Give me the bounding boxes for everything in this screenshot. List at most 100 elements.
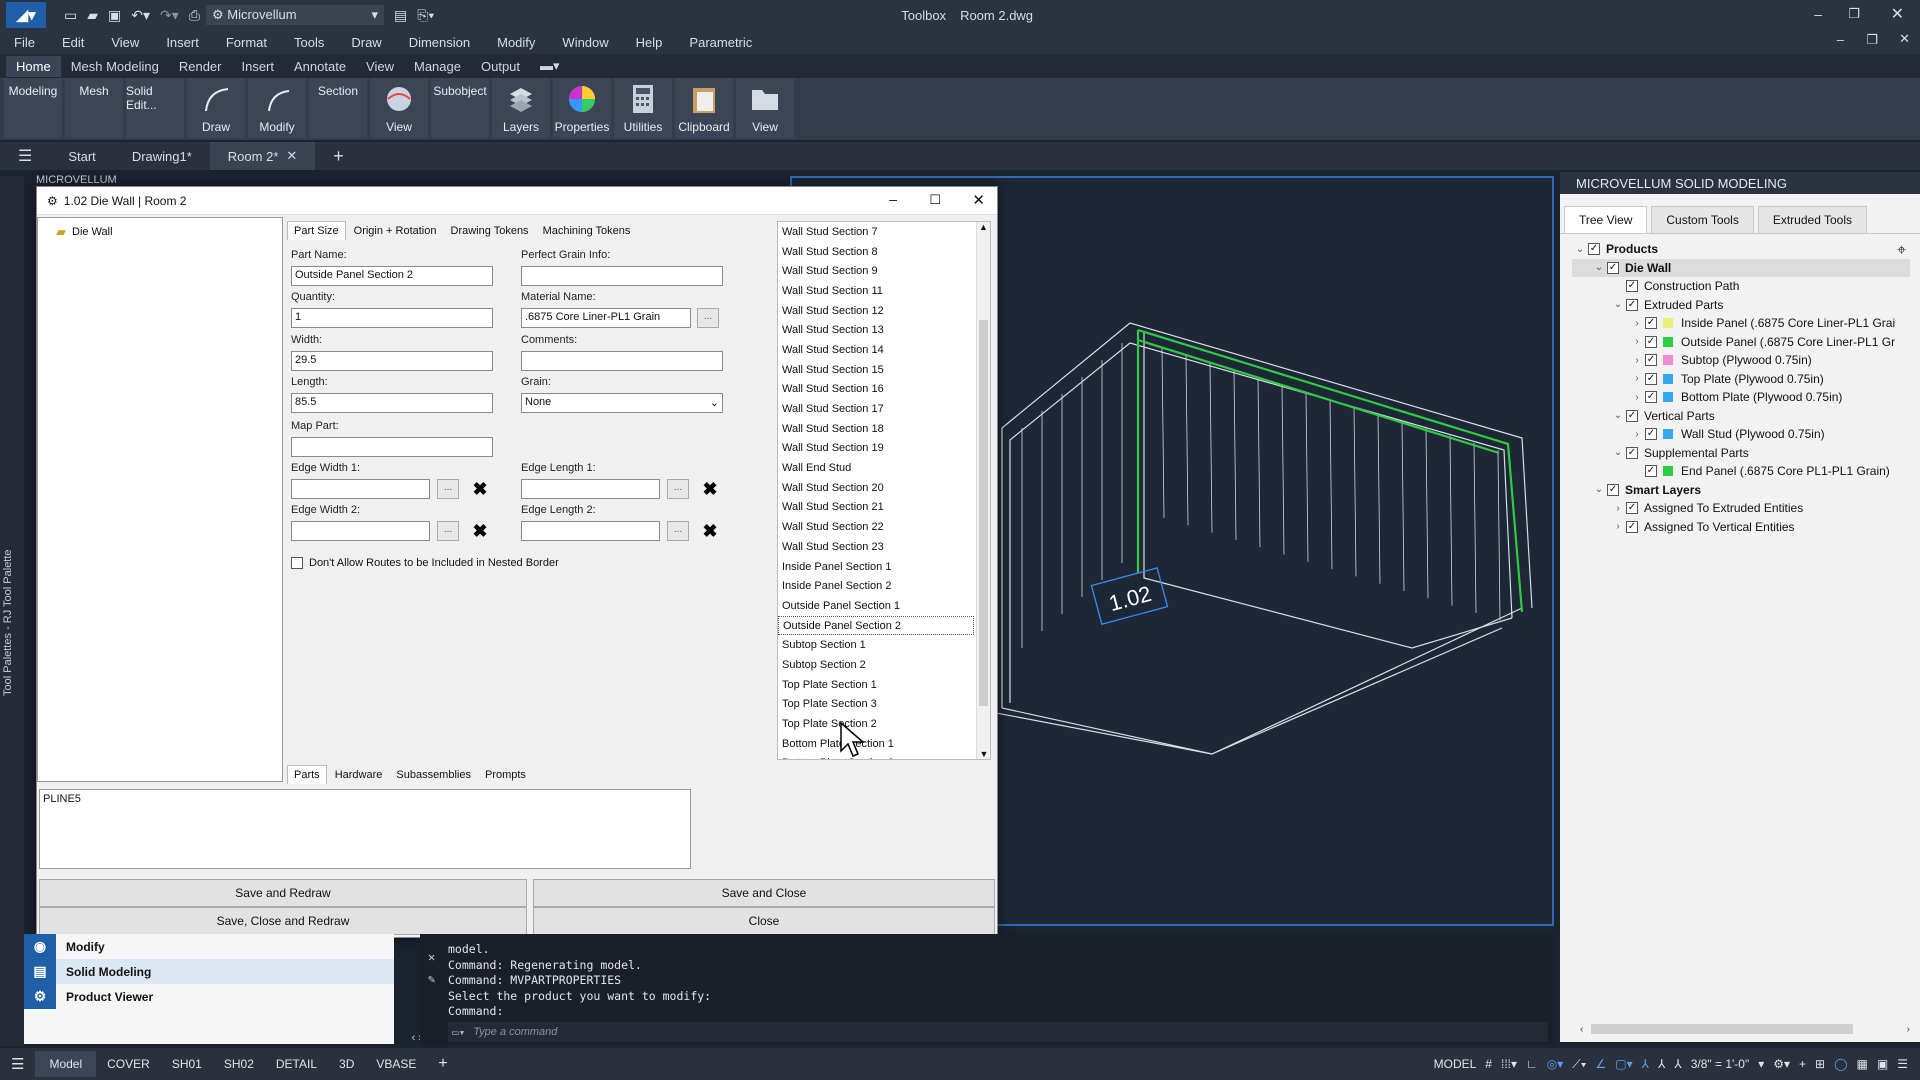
new-tab-icon[interactable]: + <box>315 146 362 167</box>
status-menu-icon[interactable]: ☰ <box>0 1055 35 1073</box>
tab-part-size[interactable]: Part Size <box>287 221 346 240</box>
expand-right-icon[interactable]: › <box>1629 355 1645 366</box>
hardware-accel-icon[interactable]: ▦ <box>1857 1057 1868 1071</box>
parts-list-item[interactable]: Wall Stud Section 22 <box>778 517 974 537</box>
parts-list-item[interactable]: Wall Stud Section 12 <box>778 301 974 321</box>
part-name-input[interactable]: Outside Panel Section 2 <box>291 266 493 286</box>
tree-node[interactable]: › ✓ Outside Panel (.6875 Core Liner-PL1 Gr <box>1572 333 1910 352</box>
parts-list-item[interactable]: Wall Stud Section 13 <box>778 320 974 340</box>
tab-close-icon[interactable]: ✕ <box>286 148 297 164</box>
tab-subassemblies[interactable]: Subassemblies <box>390 766 477 784</box>
parts-list-item[interactable]: Wall Stud Section 20 <box>778 478 974 498</box>
parts-list-item[interactable]: Bottom Plate Section 2 <box>778 754 974 759</box>
expand-down-icon[interactable]: ⌄ <box>1591 484 1607 495</box>
map-part-input[interactable] <box>291 437 493 457</box>
parts-list-item[interactable]: Wall Stud Section 16 <box>778 380 974 400</box>
ribbon-tab-manage[interactable]: Manage <box>404 56 471 77</box>
doc-tab-start[interactable]: Start <box>50 149 113 164</box>
doc-tab-drawing1[interactable]: Drawing1* <box>114 149 210 164</box>
close-icon[interactable]: ✕ <box>1891 4 1904 24</box>
expand-down-icon[interactable]: ⌄ <box>1610 299 1626 310</box>
tree-node-checkbox[interactable]: ✓ <box>1626 409 1638 422</box>
edge-width1-clear-icon[interactable]: ✖ <box>469 478 491 500</box>
layout-tab-sh02[interactable]: SH02 <box>213 1057 265 1071</box>
tree-node[interactable]: ✓ End Panel (.6875 Core PL1-PL1 Grain) <box>1572 462 1910 481</box>
edge-length2-browse-button[interactable]: ... <box>667 521 689 541</box>
tab-hardware[interactable]: Hardware <box>329 766 389 784</box>
palette-item-modify[interactable]: ◉ Modify <box>24 934 394 959</box>
menu-parametric[interactable]: Parametric <box>689 35 752 50</box>
scroll-thumb[interactable] <box>979 320 988 706</box>
ribbon-tab-insert[interactable]: Insert <box>231 56 284 77</box>
parts-list-item[interactable]: Bottom Plate Section 1 <box>778 734 974 754</box>
snap-icon[interactable]: ⁞⁞⁞▾ <box>1501 1057 1517 1071</box>
parts-list-item[interactable]: Wall Stud Section 8 <box>778 242 974 262</box>
tab-parts[interactable]: Parts <box>287 765 327 784</box>
tree-node-checkbox[interactable]: ✓ <box>1645 335 1657 348</box>
command-input-row[interactable]: ▭▾ Type a command <box>448 1022 1548 1042</box>
expand-right-icon[interactable]: › <box>1629 373 1645 384</box>
ribbon-tab-render[interactable]: Render <box>169 56 232 77</box>
command-settings-icon[interactable]: ✎ <box>428 972 435 986</box>
tree-node-checkbox[interactable]: ✓ <box>1626 280 1638 293</box>
expand-down-icon[interactable]: ⌄ <box>1591 262 1607 273</box>
polar-icon[interactable]: ◎▾ <box>1547 1057 1564 1071</box>
osnap-tracking-icon[interactable]: ∠ <box>1596 1057 1607 1071</box>
modify-button[interactable]: Modify <box>248 78 306 138</box>
parts-list-item[interactable]: Wall Stud Section 15 <box>778 360 974 380</box>
parts-list-item[interactable]: Outside Panel Section 1 <box>778 596 974 616</box>
layout-tab-detail[interactable]: DETAIL <box>265 1057 328 1071</box>
tab-origin-rotation[interactable]: Origin + Rotation <box>348 222 443 240</box>
tree-node[interactable]: ⌄ ✓ Supplemental Parts <box>1572 444 1910 463</box>
menu-edit[interactable]: Edit <box>62 35 84 50</box>
edge-length1-input[interactable] <box>521 479 660 499</box>
doc-tab-room2[interactable]: Room 2* ✕ <box>209 142 316 170</box>
menu-dimension[interactable]: Dimension <box>409 35 470 50</box>
tree-item-die-wall[interactable]: ▰ Die Wall <box>38 218 282 240</box>
parts-list-item[interactable]: Wall Stud Section 18 <box>778 419 974 439</box>
expand-right-icon[interactable]: › <box>1610 521 1626 532</box>
grain-info-input[interactable] <box>521 266 723 286</box>
nested-border-option[interactable]: Don't Allow Routes to be Included in Nes… <box>291 557 559 569</box>
tree-node-checkbox[interactable]: ✓ <box>1645 465 1657 478</box>
ribbon-tab-view[interactable]: View <box>356 56 404 77</box>
model-space-button[interactable]: MODEL <box>1434 1057 1477 1071</box>
tab-extruded-tools[interactable]: Extruded Tools <box>1757 206 1868 233</box>
ribbon-extra-icon[interactable]: ▬▾ <box>530 55 570 77</box>
hamburger-menu-icon[interactable]: ☰ <box>0 146 50 166</box>
save-and-close-button[interactable]: Save and Close <box>533 879 995 907</box>
edge-width1-browse-button[interactable]: ... <box>437 479 459 499</box>
tree-node-checkbox[interactable]: ✓ <box>1626 520 1638 533</box>
length-input[interactable]: 85.5 <box>291 393 493 413</box>
parts-list-item[interactable]: Wall Stud Section 11 <box>778 281 974 301</box>
isodraft-icon[interactable]: ⟋▾ <box>1572 1057 1586 1072</box>
menu-format[interactable]: Format <box>226 35 267 50</box>
parts-list-item[interactable]: Wall Stud Section 14 <box>778 340 974 360</box>
scroll-up-icon[interactable]: ▲ <box>977 222 990 232</box>
plus-icon[interactable]: + <box>1799 1057 1806 1071</box>
edge-width1-input[interactable] <box>291 479 430 499</box>
edge-width2-browse-button[interactable]: ... <box>437 521 459 541</box>
expand-right-icon[interactable]: › <box>1629 392 1645 403</box>
tab-custom-tools[interactable]: Custom Tools <box>1651 206 1754 233</box>
tree-node[interactable]: ⌄ ✓ Vertical Parts <box>1572 407 1910 426</box>
parts-list-item[interactable]: Top Plate Section 3 <box>778 695 974 715</box>
parts-list-item[interactable]: Wall Stud Section 23 <box>778 537 974 557</box>
parts-list-item[interactable]: Wall Stud Section 21 <box>778 498 974 518</box>
edge-width2-input[interactable] <box>291 521 430 541</box>
scroll-left-icon[interactable]: ‹ <box>1580 1024 1583 1035</box>
tree-node-checkbox[interactable]: ✓ <box>1645 354 1657 367</box>
save-and-redraw-button[interactable]: Save and Redraw <box>39 879 527 907</box>
tree-node-checkbox[interactable]: ✓ <box>1645 391 1657 404</box>
edge-length2-clear-icon[interactable]: ✖ <box>699 520 721 542</box>
parts-list[interactable]: Wall Stud Section 7 Wall Stud Section 8 Wa… <box>777 221 991 760</box>
doc-close-icon[interactable]: ✕ <box>1899 31 1910 47</box>
menu-insert[interactable]: Insert <box>166 35 199 50</box>
layout-tab-vbase[interactable]: VBASE <box>365 1057 427 1071</box>
tree-node-checkbox[interactable]: ✓ <box>1588 243 1600 256</box>
ortho-icon[interactable]: ∟ <box>1526 1057 1538 1071</box>
tree-node[interactable]: › ✓ Inside Panel (.6875 Core Liner-PL1 Gra… <box>1572 314 1910 333</box>
clean-screen-icon[interactable]: ▣ <box>1877 1057 1888 1071</box>
tree-node[interactable]: ⌄ ✓ Products <box>1572 240 1910 259</box>
expand-down-icon[interactable]: ⌄ <box>1610 447 1626 458</box>
